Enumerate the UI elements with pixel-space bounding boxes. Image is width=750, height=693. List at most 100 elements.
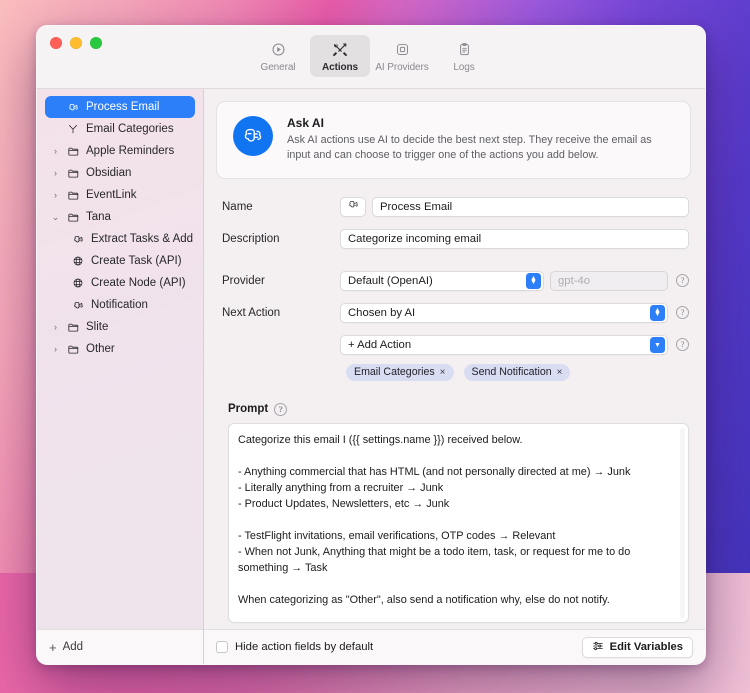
edit-variables-button[interactable]: Edit Variables [582,637,693,658]
prompt-scrollbar[interactable] [680,428,685,618]
next-action-label: Next Action [222,307,340,319]
ask-ai-info-card: Ask AI Ask AI actions use AI to decide t… [216,101,691,179]
name-input[interactable]: Process Email [372,197,689,217]
next-action-select-value: Chosen by AI [348,307,415,319]
prompt-label: Prompt [228,403,268,415]
sidebar-item-create-node-api[interactable]: Create Node (API) [45,272,195,294]
sidebar-item-label: Slite [86,321,108,333]
sidebar-item-email-categories[interactable]: Email Categories [45,118,195,140]
chevron-right-icon[interactable]: › [51,146,60,156]
chip-icon [395,40,410,59]
name-label: Name [222,201,340,213]
detail-pane: Ask AI Ask AI actions use AI to decide t… [204,89,705,664]
detail-footer: Hide action fields by default Edit Varia… [204,629,705,664]
sidebar-item-label: Extract Tasks & Add [91,233,193,245]
tab-actions[interactable]: Actions [310,35,370,77]
chevron-right-icon[interactable]: › [51,190,60,200]
hide-action-fields-checkbox[interactable] [216,641,228,653]
app-window: General Actions [36,25,706,665]
branch-icon [66,123,80,135]
globe-icon [71,277,85,289]
sidebar-item-other[interactable]: › Other [45,338,195,360]
edit-variables-label: Edit Variables [610,641,683,653]
sidebar-item-create-task-api[interactable]: Create Task (API) [45,250,195,272]
question-mark-icon[interactable]: ? [676,306,689,319]
sidebar-item-label: Create Node (API) [91,277,186,289]
selected-actions-chips: Email Categories × Send Notification × [340,364,689,381]
sidebar-item-tana[interactable]: ⌄ Tana [45,206,195,228]
add-action-sidebar-button[interactable]: + Add [37,629,203,664]
sidebar-item-label: Obsidian [86,167,131,179]
provider-select[interactable]: Default (OpenAI) ▲▼ [340,271,544,291]
sidebar-item-slite[interactable]: › Slite [45,316,195,338]
chevron-updown-icon[interactable]: ▲▼ [650,305,665,321]
info-card-title: Ask AI [287,116,674,130]
name-row: Name Process Email [222,197,689,217]
sidebar-item-label: Other [86,343,115,355]
chevron-down-icon[interactable]: ▼ [650,337,665,353]
action-icon-picker-button[interactable] [340,197,366,217]
sidebar-item-extract-tasks-add[interactable]: Extract Tasks & Add [45,228,195,250]
prompt-text: Categorize this email I ({{ settings.nam… [229,424,688,623]
model-input[interactable]: gpt-4o [550,271,668,291]
chevron-down-icon[interactable]: ⌄ [51,212,60,223]
folder-open-icon [66,211,80,224]
question-mark-icon[interactable]: ? [676,338,689,351]
chip-email-categories[interactable]: Email Categories × [346,364,454,381]
add-action-label: + Add Action [348,339,411,351]
info-card-text: Ask AI Ask AI actions use AI to decide t… [287,116,674,164]
add-button-label: Add [63,641,83,653]
add-action-dropdown[interactable]: + Add Action ▼ [340,335,668,355]
folder-icon [66,167,80,180]
next-action-select[interactable]: Chosen by AI ▲▼ [340,303,668,323]
name-input-value: Process Email [380,201,452,213]
sidebar-item-label: EventLink [86,189,137,201]
clipboard-icon [457,40,472,59]
model-input-placeholder: gpt-4o [558,275,590,287]
chip-label: Email Categories [354,366,435,378]
tab-logs-label: Logs [453,62,474,73]
add-action-row: + Add Action ▼ ? [222,335,689,355]
detail-scroll-area: Ask AI Ask AI actions use AI to decide t… [204,89,705,629]
folder-icon [66,321,80,334]
question-mark-icon[interactable]: ? [676,274,689,287]
sidebar-item-label: Process Email [86,101,160,113]
folder-icon [66,189,80,202]
tools-icon [332,40,348,59]
chip-send-notification[interactable]: Send Notification × [464,364,571,381]
prompt-textarea[interactable]: Categorize this email I ({{ settings.nam… [228,423,689,623]
chevron-right-icon[interactable]: › [51,344,60,354]
brain-icon [233,116,273,156]
close-icon[interactable]: × [440,367,446,378]
chevron-right-icon[interactable]: › [51,168,60,178]
provider-label: Provider [222,275,340,287]
sidebar-item-process-email[interactable]: Process Email [45,96,195,118]
sidebar-item-label: Notification [91,299,148,311]
sliders-icon [592,640,604,655]
tab-actions-label: Actions [322,62,358,73]
tab-ai-providers[interactable]: AI Providers [372,35,432,77]
window-toolbar: General Actions [37,26,705,89]
chevron-updown-icon[interactable]: ▲▼ [526,273,541,289]
tab-general[interactable]: General [248,35,308,77]
chevron-right-icon[interactable]: › [51,322,60,332]
hide-action-fields-checkbox-row[interactable]: Hide action fields by default [216,641,373,653]
question-mark-icon[interactable]: ? [274,403,287,416]
sidebar-item-label: Create Task (API) [91,255,182,267]
description-input-value: Categorize incoming email [348,233,481,245]
settings-tab-bar: General Actions [37,35,705,77]
actions-list: Process Email Email Categories › [37,89,203,629]
sidebar-item-apple-reminders[interactable]: › Apple Reminders [45,140,195,162]
next-action-row: Next Action Chosen by AI ▲▼ ? [222,303,689,323]
prompt-label-row: Prompt ? [228,403,689,416]
sidebar-item-eventlink[interactable]: › EventLink [45,184,195,206]
tab-logs[interactable]: Logs [434,35,494,77]
sidebar-item-label: Apple Reminders [86,145,174,157]
description-input[interactable]: Categorize incoming email [340,229,689,249]
play-circle-icon [271,40,286,59]
sidebar-item-obsidian[interactable]: › Obsidian [45,162,195,184]
close-icon[interactable]: × [557,367,563,378]
sidebar-item-notification[interactable]: Notification [45,294,195,316]
description-row: Description Categorize incoming email [222,229,689,249]
brain-icon [71,299,85,312]
